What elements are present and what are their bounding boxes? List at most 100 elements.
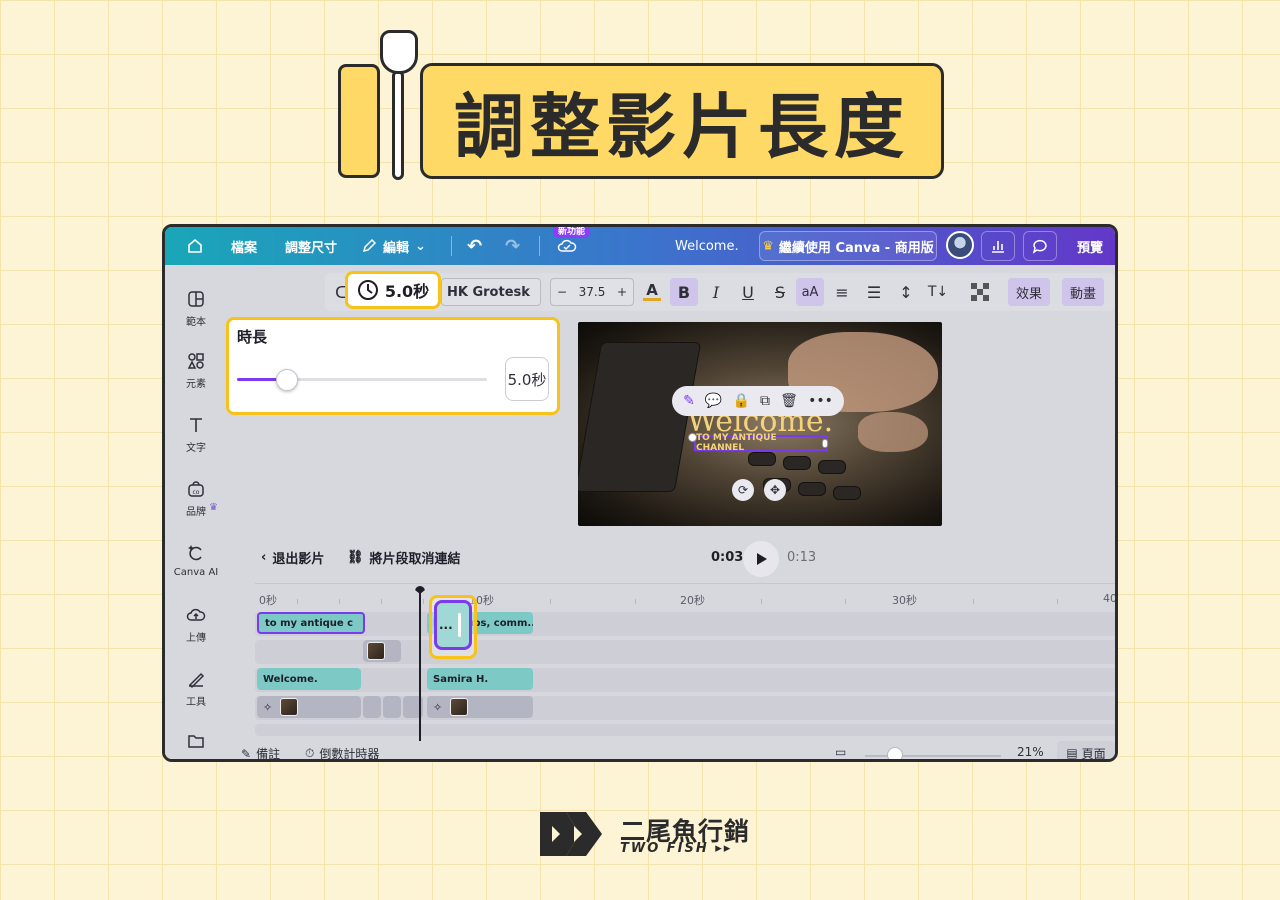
more-icon[interactable]: ••• <box>808 393 833 409</box>
timer-button[interactable]: ⏱ 倒數計時器 <box>305 745 379 759</box>
rotate-handle[interactable]: ⟳ <box>732 479 754 501</box>
vertical-text-button[interactable]: T↓ <box>924 278 952 306</box>
duplicate-icon[interactable]: ⧉ <box>760 393 770 409</box>
selection-handle[interactable] <box>688 433 697 442</box>
chevron-down-icon: ⌄ <box>415 238 426 254</box>
effects-button[interactable]: 效果 <box>1008 278 1051 306</box>
file-menu[interactable]: 檔案 <box>231 227 257 265</box>
magic-edit-icon[interactable]: ✎ <box>683 393 695 409</box>
pages-icon: ▤ <box>1066 746 1078 760</box>
selected-subtitle[interactable]: TO MY ANTIQUE CHANNEL <box>694 433 828 453</box>
play-button[interactable] <box>743 541 779 577</box>
duration-button[interactable]: 5.0秒 <box>345 271 441 309</box>
sidebar-item-tools[interactable]: 工具 <box>165 669 227 708</box>
timeline-clip[interactable] <box>383 696 401 718</box>
text-color-button[interactable]: A <box>638 278 666 306</box>
pages-label: 頁面 <box>1081 746 1106 761</box>
upload-icon <box>186 608 206 621</box>
lock-icon[interactable]: 🔒 <box>732 393 749 409</box>
page-view-button[interactable]: ▭ <box>835 745 846 759</box>
exit-video-button[interactable]: ‹ 退出影片 <box>261 543 324 571</box>
zoom-slider-track[interactable] <box>865 755 1001 757</box>
timeline-track: ✧ ✧ <box>255 696 1115 720</box>
total-time: 0:13 <box>787 543 816 571</box>
pencil-icon <box>362 238 377 253</box>
two-fish-logo-icon <box>540 812 602 856</box>
brand-subtitle: TWO FISH ▸▸ <box>620 841 733 856</box>
font-size-stepper[interactable]: − 37.5 + <box>550 278 634 306</box>
duration-input[interactable]: 5.0秒 <box>505 357 549 401</box>
animate-button[interactable]: 動畫 <box>1062 278 1105 306</box>
notes-button[interactable]: ✎ 備註 <box>241 745 280 761</box>
underline-icon: U <box>742 282 754 302</box>
ruler-tick <box>550 599 551 604</box>
selection-handle[interactable] <box>822 439 828 448</box>
trim-handle-highlight: ... <box>429 595 477 659</box>
document-title[interactable]: Welcome. <box>675 227 739 265</box>
sidebar-item-elements[interactable]: 元素 <box>165 351 227 390</box>
ruler-tick <box>297 599 298 604</box>
font-name: HK Grotesk <box>447 284 530 300</box>
insights-button[interactable] <box>981 231 1015 261</box>
transparency-button[interactable] <box>966 278 994 306</box>
list-button[interactable]: ☰ <box>860 278 888 306</box>
timeline-clip[interactable]: Welcome. <box>257 668 361 690</box>
resize-menu[interactable]: 調整尺寸 <box>285 227 337 265</box>
preview-label: 預覽 <box>1076 240 1103 256</box>
bold-button[interactable]: B <box>670 278 698 306</box>
timeline-clip[interactable] <box>363 640 401 662</box>
ruler-tick <box>339 599 340 604</box>
timeline-clip[interactable] <box>363 696 381 718</box>
increase-icon[interactable]: + <box>617 285 627 299</box>
unlink-icon: ⛓ <box>347 549 364 565</box>
comments-button[interactable] <box>1023 231 1057 261</box>
pages-button[interactable]: ▤ 頁面 <box>1057 741 1115 761</box>
top-bar: 檔案 調整尺寸 編輯 ⌄ ↶ ↷ 新功能 Welcome. ♛ 繼續使用 Can… <box>165 227 1115 265</box>
add-comment-icon[interactable]: 💬 <box>705 393 722 409</box>
move-handle[interactable]: ✥ <box>764 479 786 501</box>
spacing-button[interactable]: ↕ <box>892 278 920 306</box>
video-canvas[interactable]: Welcome. ✎ 💬 🔒 ⧉ 🗑 ••• TO MY ANTIQUE CHA… <box>578 322 942 526</box>
unlink-clips-button[interactable]: ⛓ 將片段取消連結 <box>347 543 461 571</box>
trim-handle[interactable]: ... <box>434 600 472 650</box>
canva-editor-window: 檔案 調整尺寸 編輯 ⌄ ↶ ↷ 新功能 Welcome. ♛ 繼續使用 Can… <box>162 224 1118 762</box>
cloud-save-button[interactable] <box>557 227 577 265</box>
duration-slider-track[interactable] <box>237 378 487 381</box>
avatar[interactable] <box>946 231 974 259</box>
undo-button[interactable]: ↶ <box>467 227 482 265</box>
page-view-icon: ▭ <box>835 745 847 759</box>
italic-button[interactable]: I <box>702 278 730 306</box>
bold-icon: B <box>677 282 691 302</box>
zoom-level[interactable]: 21% <box>1017 745 1044 759</box>
notes-icon: ✎ <box>241 746 252 761</box>
divider <box>451 236 452 256</box>
text-align-button[interactable]: ≡ <box>828 278 856 306</box>
letter-case-button[interactable]: aA <box>796 278 824 306</box>
font-family-select[interactable]: HK Grotesk <box>441 278 541 306</box>
sidebar-item-text[interactable]: 文字 <box>165 415 227 454</box>
home-button[interactable] <box>187 227 203 265</box>
current-time-value: 0:03 <box>711 549 744 565</box>
timeline-clip[interactable]: Samira H. <box>427 668 533 690</box>
sidebar-item-canva-ai[interactable]: Canva AI <box>165 543 227 578</box>
playhead[interactable] <box>419 591 421 741</box>
upgrade-button[interactable]: ♛ 繼續使用 Canva - 商用版 <box>759 231 937 261</box>
timeline-clip[interactable]: to my antique c <box>257 612 365 634</box>
zoom-slider-knob[interactable] <box>887 747 903 759</box>
timeline-clip[interactable]: ✧ <box>257 696 361 718</box>
decrease-icon[interactable]: − <box>557 285 567 299</box>
tools-icon <box>188 672 205 689</box>
underline-button[interactable]: U <box>734 278 762 306</box>
home-icon <box>188 238 202 253</box>
sidebar-item-label: 品牌 <box>186 507 206 518</box>
sidebar-item-uploads[interactable]: 上傳 <box>165 605 227 644</box>
sidebar-item-brand[interactable]: co 品牌 <box>165 479 227 518</box>
edit-menu[interactable]: 編輯 ⌄ <box>361 227 426 265</box>
duration-slider-knob[interactable] <box>276 369 298 391</box>
trash-icon[interactable]: 🗑 <box>780 393 798 409</box>
redo-button[interactable]: ↷ <box>505 227 520 265</box>
preview-button[interactable]: 預覽 <box>1067 231 1113 261</box>
strikethrough-button[interactable]: S <box>766 278 794 306</box>
timeline-clip[interactable]: ✧ <box>427 696 533 718</box>
sidebar-item-templates[interactable]: 範本 <box>165 289 227 328</box>
